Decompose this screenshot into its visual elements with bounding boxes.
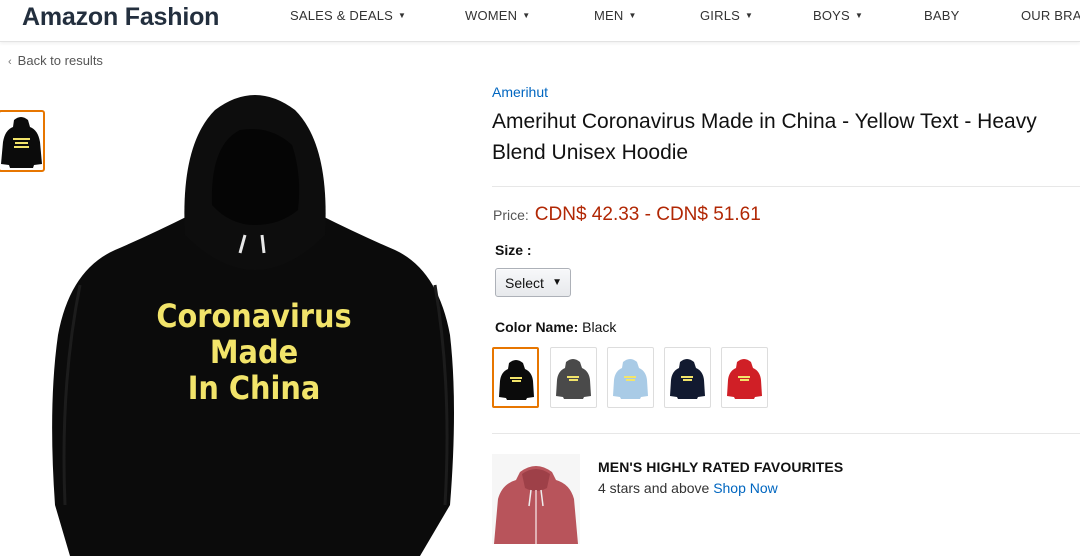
- brand-link[interactable]: Amerihut: [492, 84, 548, 100]
- category-nav: SALES & DEALS ▼ WOMEN ▼ MEN ▼ GIRLS ▼ BOYS ▼ …: [0, 8, 1080, 26]
- nav-label: BOYS: [813, 8, 850, 23]
- nav-label: WOMEN: [465, 8, 518, 23]
- caret-down-icon: ▼: [854, 11, 864, 20]
- price-row: Price: CDN$ 42.33 - CDN$ 51.61: [493, 204, 761, 226]
- promo-subtitle-text: 4 stars and above: [598, 480, 710, 496]
- divider: [492, 186, 1080, 187]
- swatch-navy[interactable]: [664, 347, 711, 408]
- shop-now-link[interactable]: Shop Now: [713, 480, 778, 496]
- swatch-black[interactable]: [492, 347, 539, 408]
- nav-label: BABY: [924, 8, 960, 23]
- nav-boys[interactable]: BOYS ▼: [813, 8, 863, 23]
- chevron-left-icon: ‹: [8, 56, 12, 68]
- caret-down-icon: ▼: [522, 11, 531, 20]
- color-name-label: Color Name:: [495, 319, 579, 335]
- nav-sales-deals[interactable]: SALES & DEALS ▼: [290, 8, 406, 23]
- nav-our-brands[interactable]: OUR BRA: [1021, 8, 1080, 23]
- hoodie-swatch-icon: [727, 359, 762, 399]
- nav-label: OUR BRA: [1021, 8, 1080, 23]
- top-navigation-bar: Amazon Fashion SALES & DEALS ▼ WOMEN ▼ MEN…: [0, 0, 1080, 42]
- zip-hoodie-image: [492, 454, 580, 544]
- color-name-row: Color Name: Black: [495, 319, 616, 335]
- hoodie-swatch-icon: [613, 359, 648, 399]
- price-value: CDN$ 42.33 - CDN$ 51.61: [534, 204, 761, 225]
- product-title: Amerihut Coronavirus Made in China - Yel…: [492, 110, 1037, 164]
- price-label: Price:: [493, 207, 529, 223]
- main-product-image[interactable]: Coronavirus Made In China: [40, 85, 470, 556]
- hoodie-swatch-icon: [670, 359, 705, 399]
- caret-down-icon: ▼: [628, 11, 637, 20]
- hoodie-swatch-icon: [556, 359, 591, 399]
- promo-subtitle: 4 stars and above Shop Now: [598, 480, 778, 496]
- nav-label: SALES & DEALS: [290, 8, 394, 23]
- nav-men[interactable]: MEN ▼: [594, 8, 637, 23]
- print-line-3: In China: [188, 369, 321, 407]
- nav-baby[interactable]: BABY: [924, 8, 959, 23]
- promo-title: MEN'S HIGHLY RATED FAVOURITES: [598, 459, 844, 475]
- caret-down-icon: ▼: [552, 277, 562, 288]
- caret-down-icon: ▼: [745, 11, 754, 20]
- size-dropdown[interactable]: Select ▼: [495, 268, 571, 297]
- swatch-red[interactable]: [721, 347, 768, 408]
- hoodie-swatch-icon: [499, 360, 534, 400]
- nav-girls[interactable]: GIRLS ▼: [700, 8, 753, 23]
- product-page: Amazon Fashion SALES & DEALS ▼ WOMEN ▼ MEN…: [0, 0, 1080, 556]
- hoodie-image: Coronavirus Made In China: [52, 95, 454, 556]
- size-label: Size :: [495, 242, 532, 258]
- swatch-charcoal[interactable]: [550, 347, 597, 408]
- color-name-value: Black: [582, 319, 617, 335]
- back-link-label: Back to results: [17, 53, 103, 68]
- nav-label: MEN: [594, 8, 624, 23]
- image-thumbnail[interactable]: [0, 110, 45, 172]
- hoodie-thumbnail-icon: [1, 117, 42, 168]
- print-line-2: Made: [210, 333, 298, 371]
- swatch-light-blue[interactable]: [607, 347, 654, 408]
- nav-women[interactable]: WOMEN ▼: [465, 8, 530, 23]
- print-line-1: Coronavirus: [156, 297, 351, 335]
- caret-down-icon: ▼: [398, 11, 407, 20]
- nav-label: GIRLS: [700, 8, 741, 23]
- divider: [492, 433, 1080, 434]
- promo-image[interactable]: [492, 454, 580, 544]
- back-to-results-link[interactable]: ‹ Back to results: [8, 53, 103, 68]
- size-select-value: Select: [505, 275, 544, 291]
